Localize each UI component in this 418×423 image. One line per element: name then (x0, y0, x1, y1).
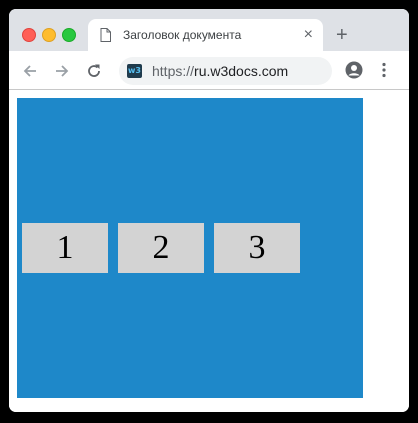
flex-item-1: 1 (22, 223, 108, 273)
flex-item-3: 3 (214, 223, 300, 273)
url-text: https://ru.w3docs.com (152, 63, 288, 79)
site-favicon: w3 (127, 64, 142, 78)
browser-toolbar: w3 https://ru.w3docs.com (9, 51, 409, 90)
flex-container: 1 2 3 (17, 98, 363, 398)
close-window-button[interactable] (22, 28, 36, 42)
maximize-window-button[interactable] (62, 28, 76, 42)
address-bar[interactable]: w3 https://ru.w3docs.com (119, 57, 332, 85)
tab-close-icon[interactable]: × (304, 27, 313, 43)
reload-icon[interactable] (86, 63, 102, 79)
url-scheme: https:// (152, 63, 195, 79)
flex-item-2: 2 (118, 223, 204, 273)
page-viewport: 1 2 3 (9, 90, 409, 412)
url-host: ru.w3docs.com (194, 63, 289, 79)
title-bar: Заголовок документа × + (9, 9, 409, 51)
browser-window: Заголовок документа × + w3 https://ru.w3… (9, 9, 409, 412)
active-tab[interactable]: Заголовок документа × (88, 19, 323, 51)
profile-icon[interactable] (345, 61, 363, 79)
new-tab-button[interactable]: + (336, 25, 348, 45)
document-icon (100, 28, 111, 42)
minimize-window-button[interactable] (42, 28, 56, 42)
forward-arrow-icon[interactable] (54, 63, 70, 79)
back-arrow-icon[interactable] (22, 63, 38, 79)
more-menu-icon[interactable] (381, 62, 387, 78)
tab-title: Заголовок документа (123, 28, 242, 42)
